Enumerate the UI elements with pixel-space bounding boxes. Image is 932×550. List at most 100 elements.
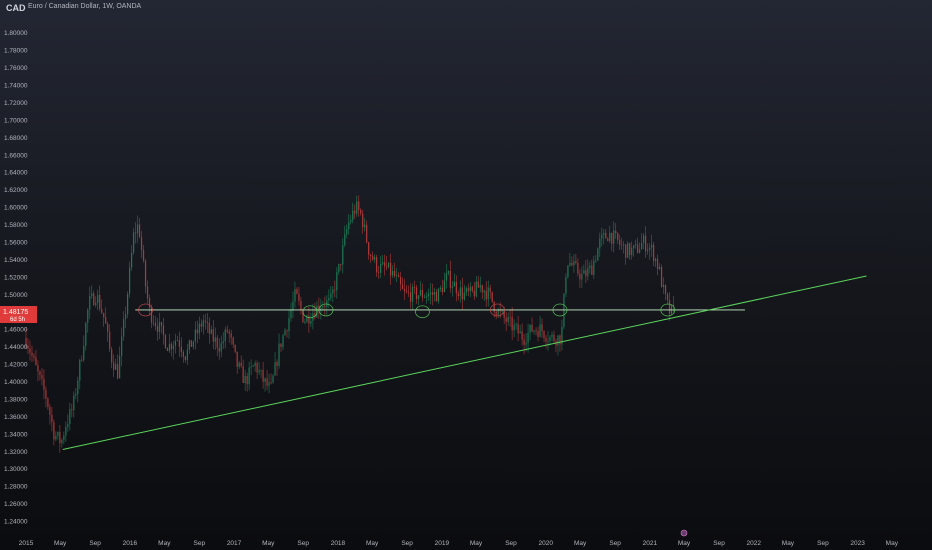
candle-body [270,382,272,384]
candle-body [59,431,61,444]
candle-body [186,349,188,360]
event-icon[interactable] [680,529,688,537]
candle-body [609,232,611,241]
candle-body [121,336,123,356]
candle-body [75,394,77,396]
candle-body [575,261,577,263]
candle-body [577,262,579,274]
x-tick-label: May [886,540,899,547]
candle-body [533,330,535,332]
candle-body [242,366,244,384]
y-tick-label: 1.36000 [4,414,28,421]
candle-body [73,395,75,411]
candle-body [539,324,541,337]
candle-body [152,322,155,324]
price-chart[interactable]: 1.80000 1.78000 1.76000 1.74000 1.72000 1.700… [0,0,932,550]
candle-body [244,376,246,384]
candle-body [467,288,469,292]
candle-body [348,222,350,230]
x-tick-label: May [782,540,795,547]
candle-body [148,298,151,308]
candle-body [605,233,607,239]
candle-body [99,294,101,309]
candle-body [346,229,348,235]
candle-body [411,286,414,302]
y-tick-label: 1.38000 [4,396,28,403]
candle-body [611,232,613,244]
candle-body [332,289,334,294]
candle-body [71,409,73,411]
symbol-label: CAD [6,3,26,13]
candle-body [565,277,567,294]
candle-body [399,277,402,285]
candle-body [296,289,298,294]
candle-body [194,329,196,342]
candle-body [322,305,324,308]
candle-body [43,378,45,390]
y-tick-label: 1.46000 [4,327,28,334]
candle-body [475,281,477,297]
candle-body [172,345,175,350]
candle-body [101,308,103,313]
x-tick-label: Sep [817,540,829,547]
last-price-tag: 1.48175 6d 5h [0,306,37,323]
candle-body [615,230,617,234]
x-tick-label: Sep [194,540,206,547]
candle-body [214,337,216,342]
candle-body [61,439,63,444]
candle-body [531,324,533,332]
candle-body [431,292,434,295]
x-tick-label: 2018 [331,540,346,547]
candle-body [107,323,109,332]
candle-body [130,252,133,268]
candle-body [224,329,226,342]
candle-body [489,287,491,292]
candle-body [29,348,31,353]
y-tick-label: 1.42000 [4,362,28,369]
candle-body [515,324,517,325]
candle-body [119,355,121,379]
candle-body [252,365,254,367]
candle-body [328,297,330,301]
candle-body [192,341,194,347]
candle-body [65,427,67,436]
candle-body [471,286,473,291]
candle-body [585,270,587,277]
candle-body [421,289,424,298]
candle-body [481,285,483,293]
candle-body [238,362,240,367]
candle-body [292,301,294,311]
candle-body [166,348,169,352]
candle-body [654,258,657,261]
candle-body [366,224,368,243]
candle-body [429,292,432,295]
candle-body [617,233,619,241]
candle-body [589,265,591,269]
candle-body [380,264,382,273]
price-axis[interactable]: 1.80000 1.78000 1.76000 1.74000 1.72000 1.700… [4,30,28,525]
candle-body [95,302,97,305]
candle-body [93,293,95,305]
candle-body [393,271,396,277]
y-tick-label: 1.28000 [4,484,28,491]
candle-body [419,289,422,296]
candle-body [344,234,346,245]
candle-body [69,409,71,424]
candle-body [138,224,141,237]
candle-body [358,201,360,210]
chart-header: Euro / Canadian Dollar, 1W, OANDA [28,3,142,10]
candle-body [57,431,59,436]
candle-body [162,325,165,336]
candle-body [97,294,99,303]
candle-body [445,273,447,281]
candle-body [557,335,559,346]
candle-body [541,324,543,332]
y-tick-label: 1.54000 [4,257,28,264]
candle-body [264,378,266,382]
candle-body [603,233,605,235]
candle-body [140,236,143,251]
y-tick-label: 1.64000 [4,170,28,177]
candle-body [637,244,639,253]
candle-body [158,322,161,332]
candle-body [210,329,212,334]
